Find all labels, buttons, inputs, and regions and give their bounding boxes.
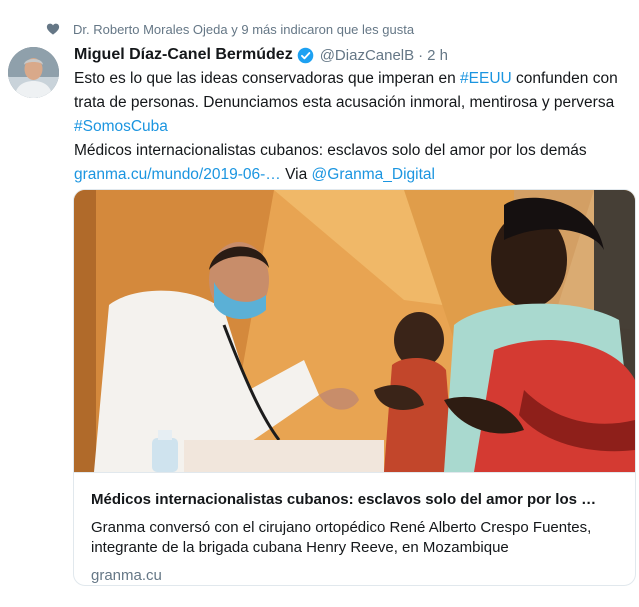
tweet-line-4: Médicos internacionalistas cubanos: escl… [74,142,587,159]
author-name[interactable]: Miguel Díaz-Canel Bermúdez [74,46,293,64]
avatar[interactable] [8,47,59,98]
mention-granma-digital[interactable]: @Granma_Digital [312,166,435,183]
tweet-text: Esto es lo que las ideas conservadoras q… [74,67,634,187]
tweet-text-segment: confunden con [511,70,618,87]
link-preview-card[interactable]: Médicos internacionalistas cubanos: escl… [73,189,636,586]
via-text: Via [280,166,312,183]
card-title: Médicos internacionalistas cubanos: escl… [91,491,597,508]
social-context-text: Dr. Roberto Morales Ojeda y 9 más indica… [73,21,415,37]
author-handle[interactable]: @DiazCanelB [320,47,414,64]
social-context[interactable]: Dr. Roberto Morales Ojeda y 9 más indica… [46,20,414,38]
card-body[interactable]: Médicos internacionalistas cubanos: escl… [74,472,635,585]
verified-badge-icon [297,47,313,63]
card-description: Granma conversó con el cirujano ortopédi… [91,519,592,556]
heart-icon [46,23,60,35]
tweet-header: Miguel Díaz-Canel Bermúdez @DiazCanelB ·… [74,44,448,66]
card-image[interactable] [74,190,635,472]
hashtag-somoscuba[interactable]: #SomosCuba [74,118,168,135]
avatar-photo [8,47,59,98]
article-link[interactable]: granma.cu/mundo/2019-06-… [74,166,281,183]
separator-dot: · [418,46,424,64]
timestamp[interactable]: 2 h [427,47,448,64]
tweet-text-segment: Esto es lo que las ideas conservadoras q… [74,70,461,87]
hashtag-eeuu[interactable]: #EEUU [460,70,512,87]
tweet-line-1: Esto es lo que las ideas conservadoras q… [74,67,634,91]
tweet-line-5: granma.cu/mundo/2019-06-… Via @Granma_Di… [74,163,634,187]
card-domain: granma.cu [91,567,162,584]
tweet-line-2: trata de personas. Denunciamos esta acus… [74,94,615,111]
tweet-line-3: #SomosCuba [74,115,634,139]
